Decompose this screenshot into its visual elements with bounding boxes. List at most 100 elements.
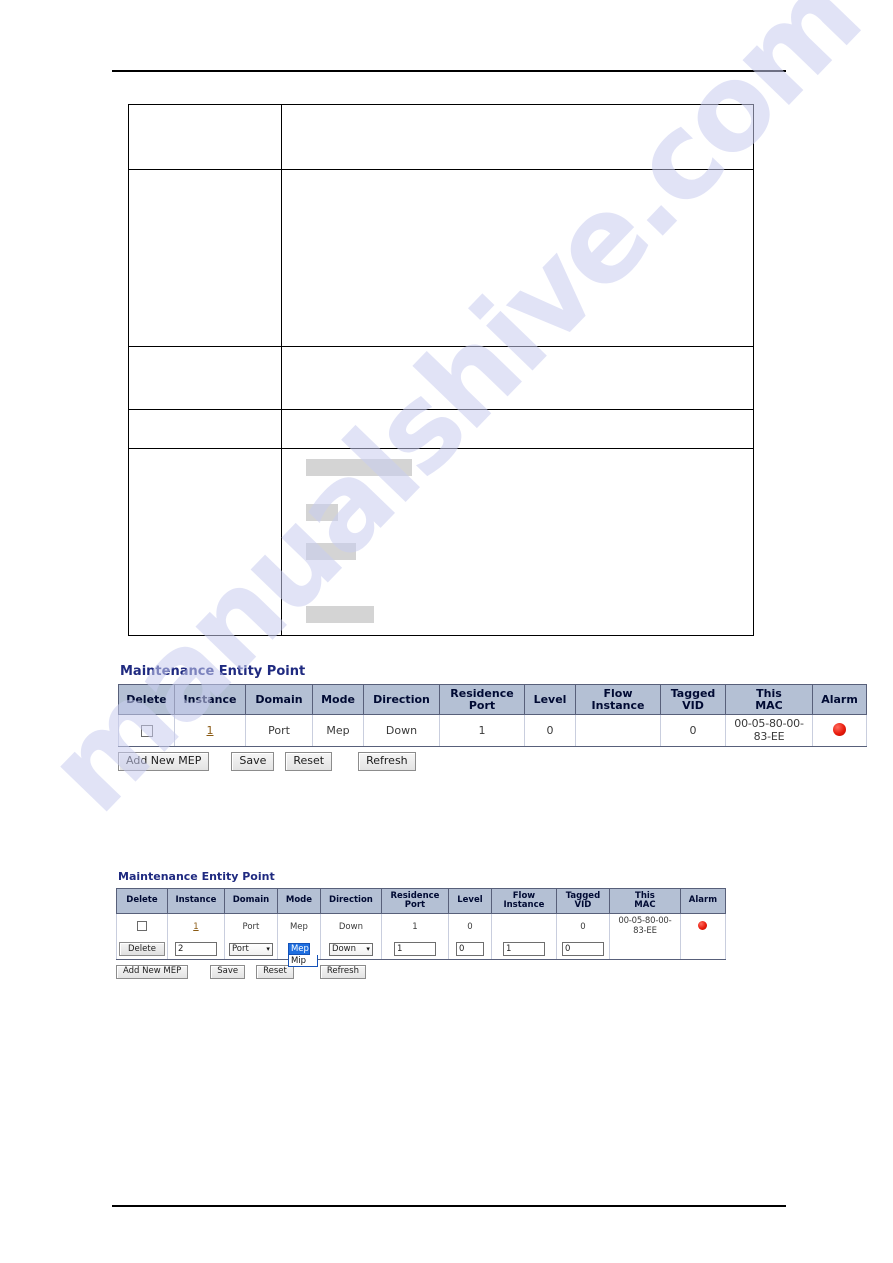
mac-line-2: 83-EE xyxy=(633,925,657,936)
page-footer-rule xyxy=(112,1205,786,1207)
cell-level-input[interactable] xyxy=(447,939,492,961)
column-header-flow-instance: Flow Instance xyxy=(490,888,557,914)
cell-flow-instance xyxy=(490,913,557,940)
spec-content-cell xyxy=(281,169,754,347)
panel-two-button-row: Add New MEP Save Reset Refresh xyxy=(116,965,726,980)
cell-alarm-empty xyxy=(679,939,726,961)
spec-table-row xyxy=(128,409,754,449)
refresh-button[interactable]: Refresh xyxy=(319,965,366,980)
mac-line-1: 00-05-80-00- xyxy=(618,915,672,926)
cell-domain-select[interactable]: Port ▾ xyxy=(223,939,278,961)
cell-mode-select[interactable]: Mep Mip xyxy=(276,939,321,968)
header-line-2: Port xyxy=(404,899,426,910)
cell-domain: Port xyxy=(245,714,313,748)
residence-port-input[interactable] xyxy=(393,942,436,957)
header-line-2: VID xyxy=(574,899,592,910)
spec-label-cell xyxy=(128,346,282,410)
delete-checkbox[interactable] xyxy=(136,921,147,932)
cell-instance[interactable]: 1 xyxy=(166,913,225,940)
redacted-field-box xyxy=(306,459,412,476)
instance-link[interactable]: 1 xyxy=(207,724,214,737)
cell-alarm xyxy=(679,913,726,940)
column-header-direction: Direction xyxy=(319,888,382,914)
spec-table-row xyxy=(128,169,754,347)
delete-checkbox[interactable] xyxy=(140,725,153,738)
column-header-domain: Domain xyxy=(223,888,278,914)
cell-direction: Down xyxy=(319,913,382,940)
cell-level: 0 xyxy=(447,913,492,940)
cell-residence-port-input[interactable] xyxy=(380,939,449,961)
save-button[interactable]: Save xyxy=(210,965,246,980)
mode-select-selected-option[interactable]: Mep xyxy=(287,943,310,956)
column-header-alarm: Alarm xyxy=(679,888,726,914)
column-header-residence-port: Residence Port xyxy=(380,888,449,914)
cell-instance-input[interactable] xyxy=(166,939,225,961)
header-line-2: Port xyxy=(468,698,496,712)
cell-delete-checkbox[interactable] xyxy=(116,913,168,940)
chevron-down-icon: ▾ xyxy=(366,945,370,954)
mac-line-1: 00-05-80-00- xyxy=(734,717,804,731)
cell-tagged-vid: 0 xyxy=(555,913,610,940)
column-header-tagged-vid: Tagged VID xyxy=(555,888,610,914)
column-header-direction: Direction xyxy=(363,683,440,716)
mode-select-option-mip[interactable]: Mip xyxy=(287,955,318,968)
spec-content-cell xyxy=(281,104,754,170)
panel-two-title: Maintenance Entity Point xyxy=(118,870,275,883)
spec-label-cell xyxy=(128,409,282,449)
spec-table-row xyxy=(128,448,754,636)
cell-instance[interactable]: 1 xyxy=(174,714,246,748)
table-row-editing: Delete Port ▾ Mep Mip xyxy=(116,939,726,968)
spec-table-row xyxy=(128,346,754,410)
mep-table-header-row: Delete Instance Domain Mode Direction Re… xyxy=(116,888,726,914)
direction-select[interactable]: Down ▾ xyxy=(328,942,373,956)
redacted-field-box xyxy=(306,504,338,521)
cell-delete-checkbox[interactable] xyxy=(118,714,175,748)
reset-button[interactable]: Reset xyxy=(256,965,294,980)
instance-input[interactable] xyxy=(174,942,217,957)
instance-link[interactable]: 1 xyxy=(193,922,198,932)
header-line-2: VID xyxy=(682,698,704,712)
page-header-rule xyxy=(112,70,786,72)
cell-flow-instance-input[interactable] xyxy=(490,939,557,961)
spec-content-cell xyxy=(281,448,754,636)
cell-residence-port: 1 xyxy=(380,913,449,940)
mode-select-wrapper[interactable]: Mep Mip xyxy=(287,943,318,968)
mep-table-header-row: Delete Instance Domain Mode Direction Re… xyxy=(118,683,867,716)
level-input[interactable] xyxy=(455,942,484,957)
cell-this-mac-empty xyxy=(608,939,681,961)
flow-instance-input[interactable] xyxy=(502,942,545,957)
tagged-vid-input[interactable] xyxy=(561,942,604,957)
reset-button[interactable]: Reset xyxy=(285,752,333,772)
mep-panel-editing: Maintenance Entity Point Delete Instance… xyxy=(116,870,726,980)
table-row: 1 Port Mep Down 1 0 0 00-05-80-00- 83-EE xyxy=(118,714,867,748)
column-header-tagged-vid: Tagged VID xyxy=(660,683,726,716)
refresh-button[interactable]: Refresh xyxy=(358,752,416,772)
column-header-domain: Domain xyxy=(245,683,313,716)
panel-one-button-row: Add New MEP Save Reset Refresh xyxy=(118,752,867,772)
cell-mode: Mep xyxy=(276,913,321,940)
column-header-residence-port: Residence Port xyxy=(439,683,525,716)
cell-delete-action[interactable]: Delete xyxy=(116,939,168,961)
mac-line-2: 83-EE xyxy=(753,729,785,743)
cell-mode: Mep xyxy=(312,714,364,748)
alarm-indicator-icon xyxy=(698,920,708,930)
cell-direction-select[interactable]: Down ▾ xyxy=(319,939,382,961)
add-new-mep-button[interactable]: Add New MEP xyxy=(116,965,189,980)
mep-table-editable: Delete Instance Domain Mode Direction Re… xyxy=(116,888,726,968)
spec-label-cell xyxy=(128,448,282,636)
add-new-mep-button[interactable]: Add New MEP xyxy=(118,752,210,772)
table-row: 1 Port Mep Down 1 0 0 00-05-80-00- 83-EE xyxy=(116,913,726,940)
domain-select-value: Port xyxy=(231,944,249,955)
redacted-field-box xyxy=(306,606,374,623)
domain-select[interactable]: Port ▾ xyxy=(228,942,273,956)
column-header-flow-instance: Flow Instance xyxy=(575,683,661,716)
save-button[interactable]: Save xyxy=(231,752,275,772)
row-delete-button[interactable]: Delete xyxy=(119,942,165,957)
alarm-indicator-icon xyxy=(833,722,846,736)
column-header-alarm: Alarm xyxy=(812,683,867,716)
spec-label-cell xyxy=(128,104,282,170)
cell-this-mac: 00-05-80-00- 83-EE xyxy=(725,714,813,748)
header-line-2: MAC xyxy=(755,698,783,712)
spec-label-cell xyxy=(128,169,282,347)
cell-tagged-vid-input[interactable] xyxy=(555,939,610,961)
